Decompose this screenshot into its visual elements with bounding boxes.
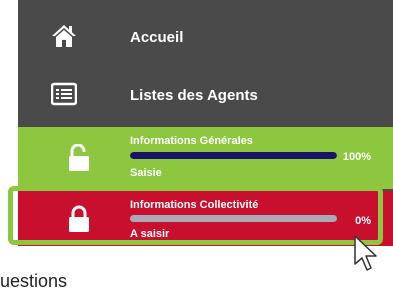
status-label: A saisir xyxy=(130,228,170,240)
card-informations-collectivite[interactable]: Informations Collectivité 0% A saisir xyxy=(18,191,393,246)
card-title: Informations Générales xyxy=(130,135,253,147)
card-informations-generales[interactable]: Informations Générales 100% Saisie xyxy=(18,127,393,189)
home-icon xyxy=(52,25,76,47)
progress-fill xyxy=(130,152,337,159)
progress-bar xyxy=(130,215,337,222)
progress-percent: 100% xyxy=(342,151,371,163)
mouse-cursor-icon xyxy=(354,235,377,271)
card-title: Informations Collectivité xyxy=(130,199,259,211)
nav-item-agents[interactable]: Listes des Agents xyxy=(18,69,393,127)
list-icon xyxy=(51,82,77,106)
progress-percent: 0% xyxy=(355,215,371,227)
status-label: Saisie xyxy=(130,167,162,179)
unlocked-padlock-icon xyxy=(69,144,89,171)
nav-agents-label: Listes des Agents xyxy=(130,87,258,104)
nav-item-home[interactable]: Accueil xyxy=(18,11,393,69)
nav-home-label: Accueil xyxy=(130,29,184,46)
progress-bar xyxy=(130,152,337,159)
locked-padlock-icon xyxy=(69,205,89,232)
side-menu: Accueil Listes des Agents Informations G… xyxy=(18,0,393,246)
